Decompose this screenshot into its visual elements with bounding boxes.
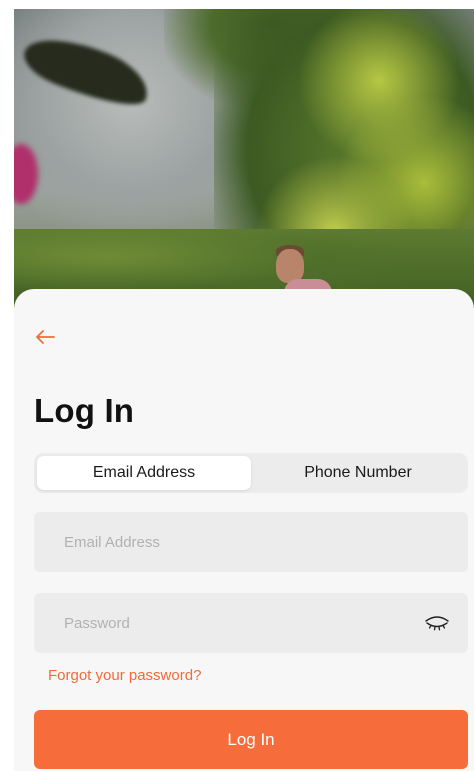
- password-visibility-toggle[interactable]: [422, 611, 452, 635]
- page-title: Log In: [34, 392, 135, 429]
- forgot-password-link[interactable]: Forgot your password?: [48, 667, 201, 684]
- login-method-tabs: Email Address Phone Number: [34, 453, 468, 493]
- tab-phone-number[interactable]: Phone Number: [251, 456, 465, 490]
- password-field: [34, 593, 468, 653]
- tab-email-address[interactable]: Email Address: [37, 456, 251, 490]
- login-button[interactable]: Log In: [34, 710, 468, 769]
- email-input[interactable]: [64, 533, 452, 551]
- password-input[interactable]: [64, 614, 422, 632]
- login-screen: Log In Email Address Phone Number Forgot…: [0, 0, 474, 771]
- email-field: [34, 512, 468, 572]
- back-button[interactable]: [30, 322, 60, 352]
- arrow-left-icon: [36, 330, 55, 344]
- hero-photo: [14, 9, 474, 309]
- eye-closed-icon: [425, 616, 449, 631]
